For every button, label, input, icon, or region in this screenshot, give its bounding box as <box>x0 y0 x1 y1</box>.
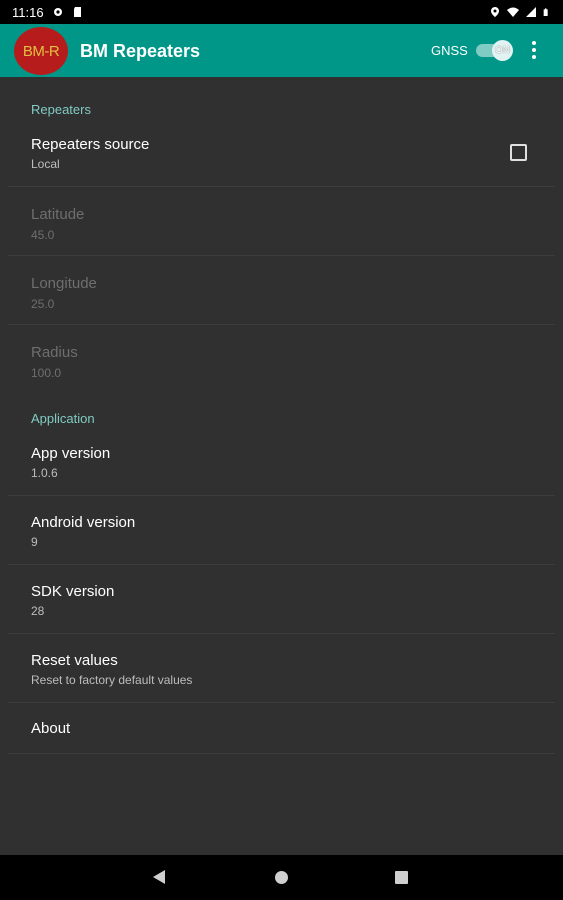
app-logo-text: BM-R <box>22 42 60 60</box>
category-repeaters: Repeaters <box>31 102 91 117</box>
gnss-switch[interactable]: ON <box>474 40 514 61</box>
sd-card-icon <box>73 7 81 17</box>
pref-longitude: Longitude 25.0 <box>8 257 555 325</box>
pref-title: Latitude <box>31 206 85 223</box>
pref-android-version[interactable]: Android version 9 <box>8 497 555 565</box>
pref-title: About <box>31 720 71 737</box>
battery-icon <box>543 8 548 16</box>
pref-title: Android version <box>31 514 136 531</box>
pref-summary: Reset to factory default values <box>31 673 193 687</box>
back-icon[interactable] <box>153 870 165 884</box>
gnss-switch-text: ON <box>495 45 510 56</box>
pref-title: Longitude <box>31 275 97 292</box>
recents-icon[interactable] <box>395 871 408 884</box>
system-nav-bar <box>0 855 563 900</box>
app-logo: BM-R <box>14 27 68 75</box>
pref-summary: 45.0 <box>31 228 55 242</box>
gear-icon <box>53 8 62 16</box>
pref-latitude: Latitude 45.0 <box>8 188 555 256</box>
pref-summary: 28 <box>31 604 45 618</box>
pref-radius: Radius 100.0 <box>8 326 555 394</box>
status-time: 11:16 <box>12 4 44 20</box>
gnss-switch-thumb: ON <box>492 40 513 61</box>
signal-icon <box>526 7 536 17</box>
pref-summary: 9 <box>31 535 38 549</box>
pref-title: App version <box>31 445 111 462</box>
pref-title: Repeaters source <box>31 136 150 153</box>
status-bar: 11:16 <box>0 0 563 24</box>
pref-title: Reset values <box>31 652 118 669</box>
pref-title: SDK version <box>31 583 115 600</box>
wifi-icon <box>507 7 519 17</box>
pref-about[interactable]: About <box>8 704 555 754</box>
pref-summary: 100.0 <box>31 366 62 380</box>
category-application: Application <box>31 411 95 426</box>
pref-title: Radius <box>31 344 78 361</box>
pref-summary: Local <box>31 157 60 171</box>
location-icon <box>491 7 499 17</box>
settings-list: Repeaters Repeaters source Local Latitud… <box>0 77 563 855</box>
home-icon[interactable] <box>275 871 288 884</box>
pref-sdk-version[interactable]: SDK version 28 <box>8 566 555 634</box>
app-toolbar: BM-R BM Repeaters GNSS ON <box>0 24 563 77</box>
more-vert-icon[interactable] <box>526 38 542 62</box>
pref-app-version[interactable]: App version 1.0.6 <box>8 431 555 496</box>
pref-summary: 25.0 <box>31 297 55 311</box>
pref-reset-values[interactable]: Reset values Reset to factory default va… <box>8 635 555 703</box>
repeaters-source-checkbox[interactable] <box>510 144 527 161</box>
gnss-label: GNSS <box>431 43 468 58</box>
pref-summary: 1.0.6 <box>31 466 58 480</box>
app-title: BM Repeaters <box>80 41 201 61</box>
pref-repeaters-source[interactable]: Repeaters source Local <box>8 122 555 187</box>
